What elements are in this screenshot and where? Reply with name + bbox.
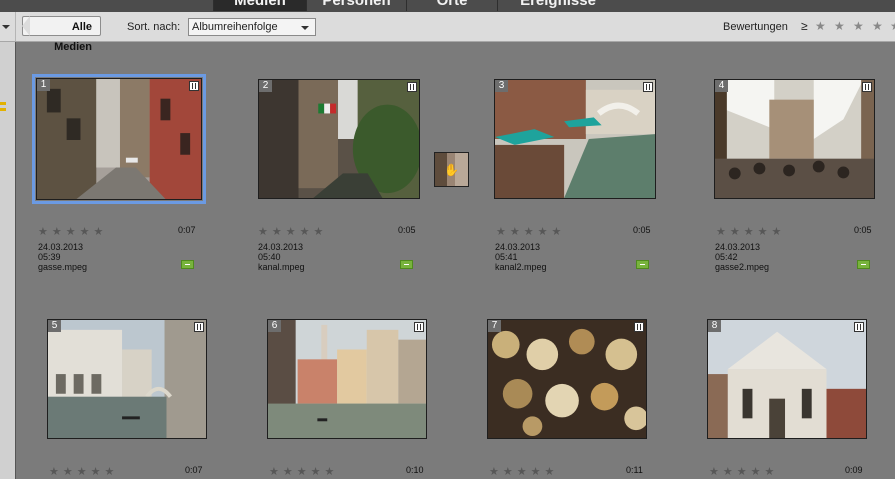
all-media-button[interactable]: Alle Medien xyxy=(22,16,101,53)
video-duration: 0:05 xyxy=(854,225,872,235)
file-name: kanal.mpeg xyxy=(258,262,305,272)
rating-stars[interactable]: ★★★★★ xyxy=(496,225,565,238)
media-grid: 1 ★★★★★ 0:07 24.03.2013 05:39 gasse.mpeg… xyxy=(16,42,895,479)
thumbnail-canal[interactable]: 2 xyxy=(258,79,420,199)
album-badge-icon[interactable] xyxy=(636,260,649,269)
video-icon xyxy=(862,82,872,92)
thumbnail-masks[interactable]: 7 xyxy=(487,319,647,439)
chevron-down-icon xyxy=(301,26,309,30)
thumbnail-canal2[interactable]: 3 xyxy=(494,79,656,199)
panel-menu-button[interactable] xyxy=(0,12,16,41)
tab-ereignisse[interactable]: Ereignisse xyxy=(497,0,618,11)
video-duration: 0:05 xyxy=(398,225,416,235)
video-duration: 0:10 xyxy=(406,465,424,475)
view-tabs: Medien Personen Orte Ereignisse xyxy=(0,0,895,12)
sort-value: Albumreihenfolge xyxy=(192,21,278,33)
filter-star-5-icon[interactable]: ★ xyxy=(890,19,895,33)
video-icon xyxy=(407,82,417,92)
file-name: kanal2.mpeg xyxy=(495,262,547,272)
video-icon xyxy=(854,322,864,332)
rating-stars[interactable]: ★★★★★ xyxy=(38,225,107,238)
item-number: 8 xyxy=(708,320,721,332)
item-number: 2 xyxy=(259,80,272,92)
capture-date: 24.03.2013 05:40 xyxy=(258,242,304,262)
video-icon xyxy=(414,322,424,332)
item-number: 3 xyxy=(495,80,508,92)
sort-select[interactable]: Albumreihenfolge xyxy=(188,18,316,36)
file-name: gasse2.mpeg xyxy=(715,262,770,272)
thumbnail-church[interactable]: 8 xyxy=(707,319,867,439)
filter-star-1-icon[interactable]: ★ xyxy=(815,19,826,33)
filter-star-4-icon[interactable]: ★ xyxy=(872,19,883,33)
sort-label: Sort. nach: xyxy=(127,21,181,33)
album-badge-icon[interactable] xyxy=(181,260,194,269)
rating-stars[interactable]: ★★★★★ xyxy=(49,465,118,478)
thumbnail-palace-canal[interactable]: 5 xyxy=(47,319,207,439)
item-number: 4 xyxy=(715,80,728,92)
capture-date: 24.03.2013 05:41 xyxy=(495,242,541,262)
item-number: 6 xyxy=(268,320,281,332)
rating-stars[interactable]: ★★★★★ xyxy=(269,465,338,478)
video-icon xyxy=(189,81,199,91)
item-number: 7 xyxy=(488,320,501,332)
item-number: 1 xyxy=(37,79,50,91)
capture-date: 24.03.2013 05:39 xyxy=(38,242,84,262)
video-duration: 0:05 xyxy=(633,225,651,235)
file-name: gasse.mpeg xyxy=(38,262,88,272)
tab-personen[interactable]: Personen xyxy=(306,0,406,11)
filter-star-2-icon[interactable]: ★ xyxy=(834,19,845,33)
thumbnail-alley2[interactable]: 4 xyxy=(714,79,875,199)
item-number: 5 xyxy=(48,320,61,332)
tab-orte[interactable]: Orte xyxy=(406,0,497,11)
toolbar: Alle Medien Sort. nach: Albumreihenfolge… xyxy=(0,12,895,53)
video-icon xyxy=(643,82,653,92)
capture-date: 24.03.2013 05:42 xyxy=(715,242,761,262)
rating-stars[interactable]: ★★★★★ xyxy=(716,225,785,238)
video-duration: 0:07 xyxy=(185,465,203,475)
filter-star-3-icon[interactable]: ★ xyxy=(853,19,864,33)
rating-stars[interactable]: ★★★★★ xyxy=(489,465,558,478)
video-icon xyxy=(634,322,644,332)
drag-hand-cursor-icon: ✋ xyxy=(444,163,459,177)
tab-medien[interactable]: Medien xyxy=(213,0,306,11)
album-badge-icon[interactable] xyxy=(857,260,870,269)
thumbnail-grand-canal[interactable]: 6 xyxy=(267,319,427,439)
rating-stars[interactable]: ★★★★★ xyxy=(258,225,327,238)
video-duration: 0:07 xyxy=(178,225,196,235)
video-icon xyxy=(194,322,204,332)
video-duration: 0:11 xyxy=(626,465,643,475)
album-badge-icon[interactable] xyxy=(400,260,413,269)
video-duration: 0:09 xyxy=(845,465,863,475)
side-panel xyxy=(0,42,16,479)
thumbnail-alley[interactable]: 1 xyxy=(32,74,206,204)
folder-tree-icon[interactable] xyxy=(0,102,8,112)
rating-filter-label: Bewertungen xyxy=(723,21,788,33)
rating-stars[interactable]: ★★★★★ xyxy=(709,465,778,478)
chevron-down-icon xyxy=(2,25,10,29)
rating-operator[interactable]: ≥ xyxy=(801,19,808,33)
